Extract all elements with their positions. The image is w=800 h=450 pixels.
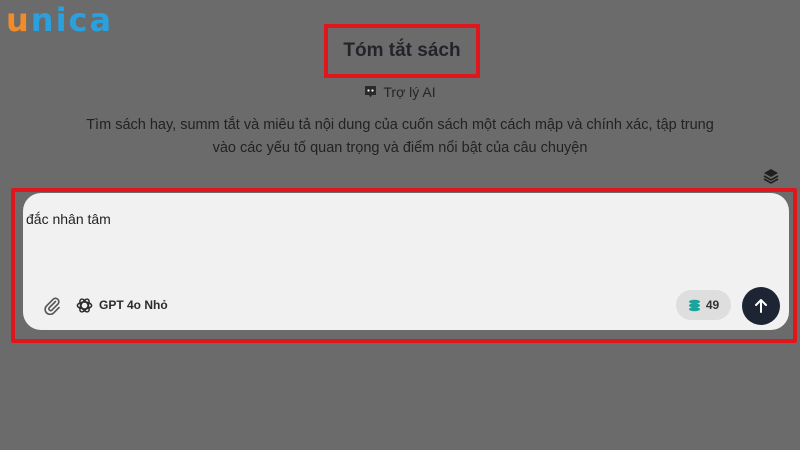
unica-logo[interactable]: unica — [6, 2, 113, 38]
robot-badge-icon — [365, 86, 377, 98]
page-title: Tóm tắt sách — [343, 40, 461, 61]
openai-icon — [76, 297, 93, 313]
model-label: GPT 4o Nhỏ — [99, 298, 168, 312]
arrow-up-icon — [755, 299, 767, 313]
logo-text: nica — [30, 1, 114, 39]
assistant-label: Trợ lý AI — [383, 84, 436, 100]
assistant-tag: Trợ lý AI — [0, 82, 800, 102]
credit-count: 49 — [705, 298, 720, 312]
send-button[interactable] — [742, 287, 780, 325]
tool-description: Tìm sách hay, summ tắt và miêu tả nội du… — [40, 114, 760, 160]
page-title-highlight: Tóm tắt sách — [324, 24, 480, 78]
prompt-input[interactable]: đắc nhân tâm — [26, 211, 111, 227]
logo-letter-u: u — [6, 1, 31, 39]
credit-balance[interactable]: 49 — [676, 290, 731, 320]
description-line: Tìm sách hay, summ tắt và miêu tả nội du… — [86, 117, 714, 133]
description-line: vào các yếu tố quan trọng và điểm nổi bậ… — [212, 140, 588, 156]
layers-icon[interactable] — [762, 167, 780, 185]
model-selector[interactable]: GPT 4o Nhỏ — [75, 295, 168, 315]
coins-icon — [688, 299, 700, 311]
paperclip-icon[interactable] — [42, 295, 62, 315]
